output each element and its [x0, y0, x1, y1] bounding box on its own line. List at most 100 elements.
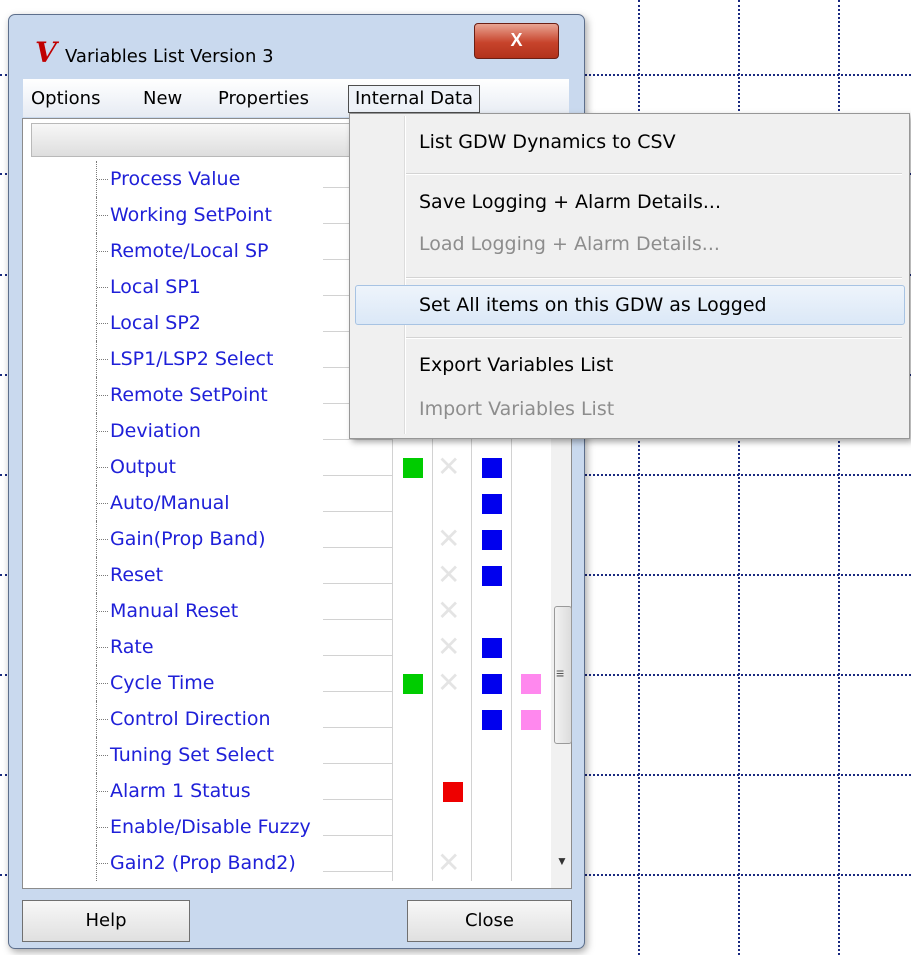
column-divider [432, 665, 433, 701]
column-divider [432, 485, 433, 521]
variable-label[interactable]: Tuning Set Select [110, 744, 274, 766]
app-logo-icon: V [35, 36, 57, 69]
tree-branch [97, 431, 108, 432]
row-divider [323, 727, 392, 728]
disabled-x-icon[interactable]: ✕ [437, 597, 460, 625]
column-divider [471, 665, 472, 701]
variable-label[interactable]: Control Direction [110, 708, 271, 730]
pink-flag-square[interactable] [521, 710, 541, 730]
help-button[interactable]: Help [22, 900, 190, 942]
column-divider [511, 593, 512, 629]
row-divider [323, 655, 392, 656]
variable-label[interactable]: Process Value [110, 168, 240, 190]
row-divider [323, 871, 392, 872]
variable-label[interactable]: Remote/Local SP [110, 240, 269, 262]
column-divider [432, 701, 433, 737]
variable-label[interactable]: Local SP2 [110, 312, 201, 334]
close-button[interactable]: Close [407, 900, 572, 942]
variable-label[interactable]: Auto/Manual [110, 492, 230, 514]
variable-row[interactable]: Reset ✕ [23, 557, 551, 593]
variable-row[interactable]: Enable/Disable Fuzzy [23, 809, 551, 845]
internal-data-menu: List GDW Dynamics to CSV Save Logging + … [349, 113, 910, 439]
menu-item-load-logging: Load Logging + Alarm Details... [419, 233, 720, 255]
row-divider [323, 511, 392, 512]
variable-row[interactable]: Manual Reset ✕ [23, 593, 551, 629]
tree-branch [97, 467, 108, 468]
variable-label[interactable]: Working SetPoint [110, 204, 272, 226]
variable-row[interactable]: Gain2 (Prop Band2) ✕ [23, 845, 551, 881]
window-close-button[interactable]: X [474, 23, 559, 59]
variable-row[interactable]: Alarm 1 Status [23, 773, 551, 809]
tree-branch [97, 287, 108, 288]
green-flag-square[interactable] [403, 674, 423, 694]
disabled-x-icon[interactable]: ✕ [437, 561, 460, 589]
menu-new[interactable]: New [139, 87, 186, 111]
variable-label[interactable]: Alarm 1 Status [110, 780, 251, 802]
pink-flag-square[interactable] [521, 674, 541, 694]
variable-label[interactable]: Remote SetPoint [110, 384, 268, 406]
column-divider [511, 809, 512, 845]
tree-branch [97, 683, 108, 684]
menu-properties[interactable]: Properties [214, 87, 313, 111]
red-flag-square[interactable] [443, 782, 463, 802]
menu-options[interactable]: Options [27, 87, 104, 111]
variable-label[interactable]: Enable/Disable Fuzzy [110, 816, 311, 838]
menu-item-list-gdw-dynamics[interactable]: List GDW Dynamics to CSV [419, 131, 676, 153]
variable-row[interactable]: Tuning Set Select [23, 737, 551, 773]
column-divider [511, 665, 512, 701]
column-divider [392, 701, 393, 737]
blue-flag-square[interactable] [482, 710, 502, 730]
blue-flag-square[interactable] [482, 674, 502, 694]
variable-row[interactable]: Cycle Time ✕ [23, 665, 551, 701]
disabled-x-icon[interactable]: ✕ [437, 669, 460, 697]
column-divider [511, 773, 512, 809]
menu-item-export-variables[interactable]: Export Variables List [419, 354, 613, 376]
variable-row[interactable]: Rate ✕ [23, 629, 551, 665]
column-divider [511, 485, 512, 521]
variable-label[interactable]: Output [110, 456, 176, 478]
disabled-x-icon[interactable]: ✕ [437, 849, 460, 877]
variable-row[interactable]: Control Direction [23, 701, 551, 737]
variable-label[interactable]: Cycle Time [110, 672, 214, 694]
title-bar[interactable]: V Variables List Version 3 X [9, 15, 584, 79]
variable-label[interactable]: Manual Reset [110, 600, 238, 622]
variable-row[interactable]: Auto/Manual [23, 485, 551, 521]
column-divider [471, 521, 472, 557]
variable-label[interactable]: Gain(Prop Band) [110, 528, 266, 550]
blue-flag-square[interactable] [482, 566, 502, 586]
tree-branch [97, 827, 108, 828]
row-divider [323, 835, 392, 836]
column-divider [392, 485, 393, 521]
row-divider [323, 547, 392, 548]
column-divider [392, 521, 393, 557]
row-divider [323, 619, 392, 620]
variable-label[interactable]: LSP1/LSP2 Select [110, 348, 273, 370]
row-divider [323, 583, 392, 584]
variable-label[interactable]: Gain2 (Prop Band2) [110, 852, 296, 874]
blue-flag-square[interactable] [482, 530, 502, 550]
blue-flag-square[interactable] [482, 458, 502, 478]
column-divider [511, 521, 512, 557]
green-flag-square[interactable] [403, 458, 423, 478]
disabled-x-icon[interactable]: ✕ [437, 633, 460, 661]
variable-label[interactable]: Local SP1 [110, 276, 201, 298]
variable-row[interactable]: Output ✕ [23, 449, 551, 485]
menu-item-save-logging[interactable]: Save Logging + Alarm Details... [419, 191, 721, 213]
variable-row[interactable]: Gain(Prop Band) ✕ [23, 521, 551, 557]
column-divider [392, 737, 393, 773]
column-divider [432, 629, 433, 665]
column-divider [392, 557, 393, 593]
column-divider [511, 737, 512, 773]
scroll-down-arrow-icon[interactable]: ▼ [556, 854, 568, 868]
variable-label[interactable]: Reset [110, 564, 163, 586]
blue-flag-square[interactable] [482, 494, 502, 514]
menu-internal-data[interactable]: Internal Data [348, 85, 481, 113]
variable-label[interactable]: Deviation [110, 420, 201, 442]
blue-flag-square[interactable] [482, 638, 502, 658]
disabled-x-icon[interactable]: ✕ [437, 453, 460, 481]
variable-label[interactable]: Rate [110, 636, 154, 658]
column-divider [511, 629, 512, 665]
disabled-x-icon[interactable]: ✕ [437, 525, 460, 553]
menu-item-set-all-logged[interactable]: Set All items on this GDW as Logged [419, 294, 767, 316]
column-divider [471, 629, 472, 665]
